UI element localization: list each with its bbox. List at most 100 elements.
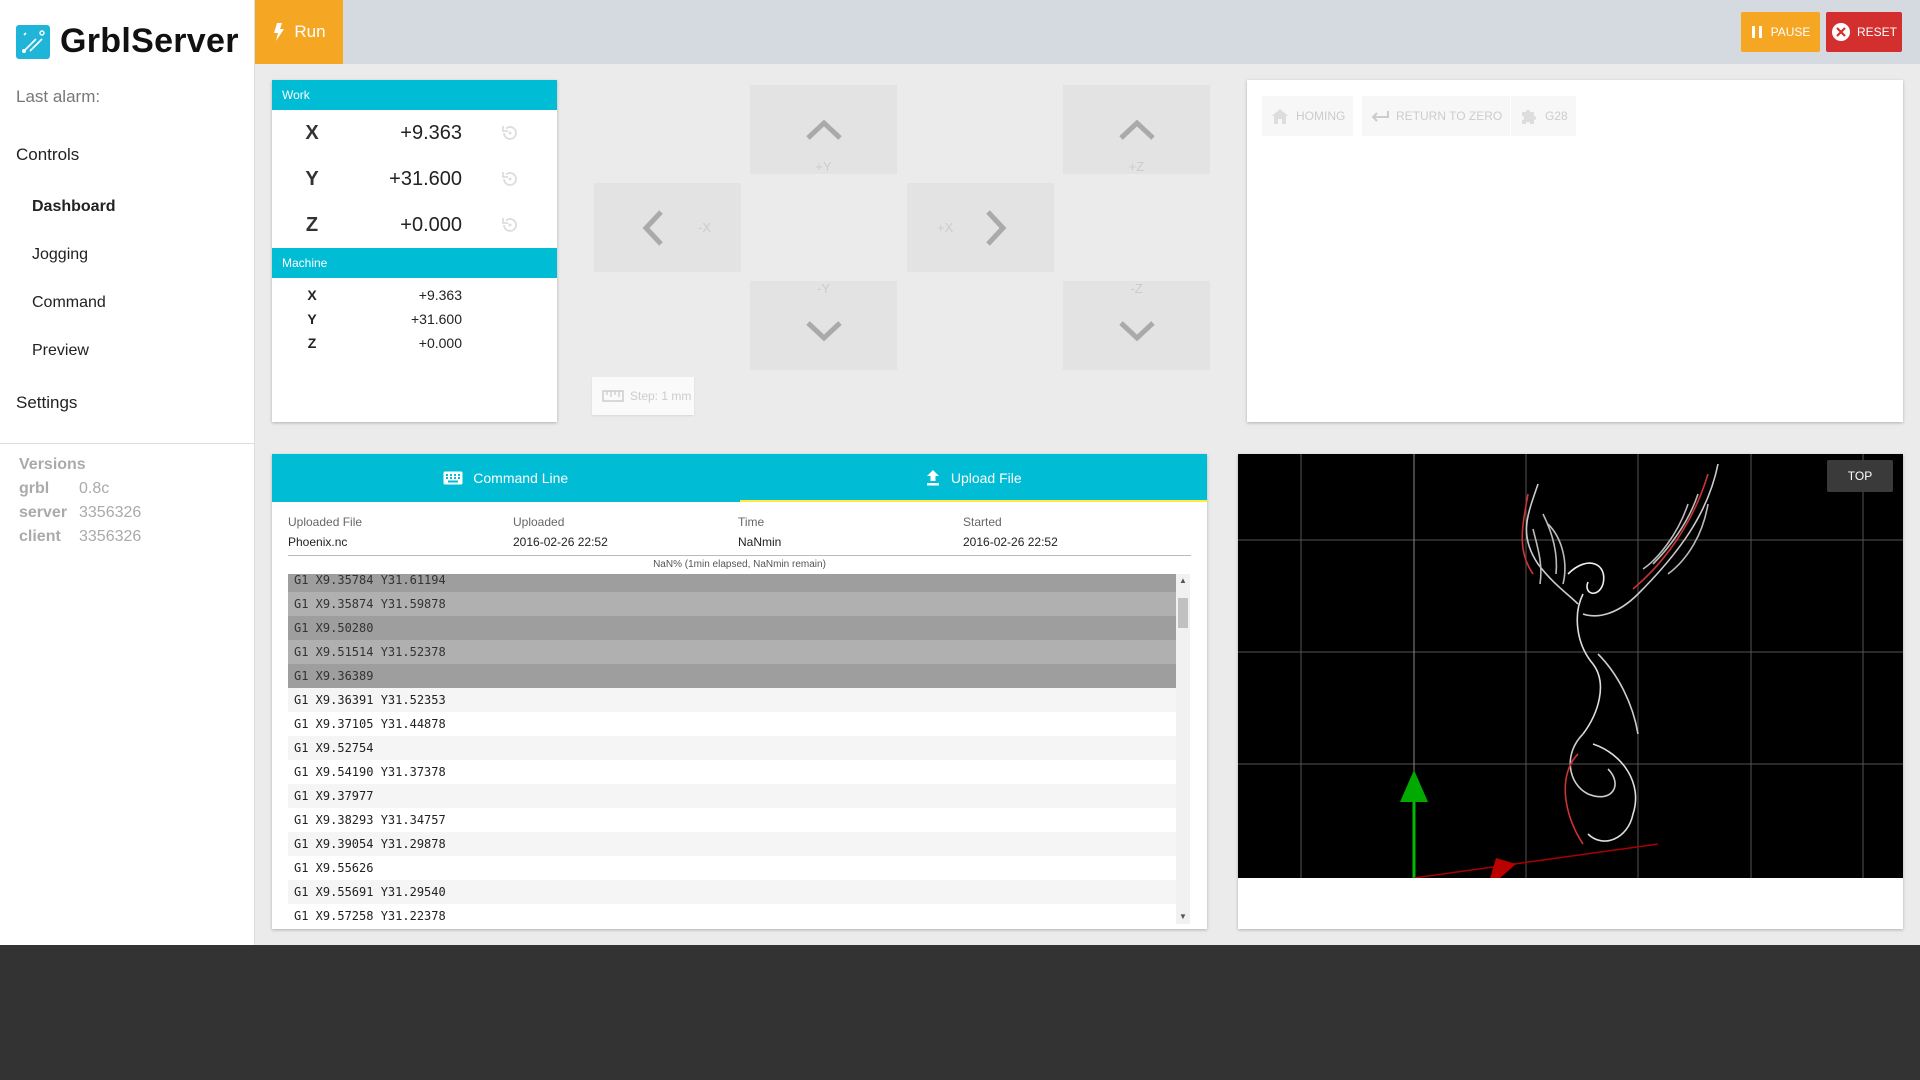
- meta-column-time: Time NaNmin: [738, 515, 963, 553]
- gcode-line: G1 X9.51514 Y31.52378: [288, 640, 1176, 664]
- phoenix-toolpath: [1521, 463, 1719, 845]
- machine-actions-card: HOMING RETURN TO ZERO G28: [1247, 80, 1903, 422]
- scroll-down-icon[interactable]: ▼: [1176, 910, 1190, 924]
- version-row: client 3356326: [19, 528, 254, 552]
- nav-section-settings[interactable]: Settings: [0, 375, 254, 431]
- version-row: server 3356326: [19, 504, 254, 528]
- gcode-line: G1 X9.36389: [288, 664, 1176, 688]
- step-size-label: Step: 1 mm: [630, 389, 692, 403]
- chevron-up-icon: [805, 119, 842, 140]
- cancel-icon: [1831, 23, 1850, 41]
- file-meta: Uploaded File Phoenix.nc Uploaded 2016-0…: [272, 502, 1207, 553]
- machine-row-y: Y +31.600: [272, 307, 557, 331]
- toolpath-viewer-card: TOP: [1238, 454, 1903, 929]
- chevron-right-icon: [985, 209, 1006, 246]
- g28-button[interactable]: G28: [1511, 96, 1576, 136]
- jog-minus-x-button[interactable]: -X: [594, 183, 741, 272]
- machine-axis-label: X: [307, 287, 317, 303]
- ruler-icon: [602, 390, 624, 402]
- gcode-line: G1 X9.37977: [288, 784, 1176, 808]
- version-value: 0.8c: [79, 480, 110, 497]
- reset-button[interactable]: RESET: [1826, 12, 1902, 52]
- return-to-zero-button[interactable]: RETURN TO ZERO: [1362, 96, 1511, 136]
- gcode-line: G1 X9.55691 Y31.29540: [288, 880, 1176, 904]
- tab-command-line[interactable]: Command Line: [272, 454, 740, 502]
- jog-label: +Z: [1128, 159, 1145, 174]
- home-icon: [1272, 109, 1288, 124]
- tab-label: Upload File: [950, 470, 1022, 486]
- axis-gizmo: [1400, 770, 1659, 878]
- jog-minus-z-button[interactable]: -Z: [1063, 281, 1210, 370]
- gcode-line: G1 X9.36391 Y31.52353: [288, 688, 1176, 712]
- scroll-up-icon[interactable]: ▲: [1176, 574, 1190, 588]
- version-row: grbl 0.8c: [19, 480, 254, 504]
- gcode-line: G1 X9.50280: [288, 616, 1176, 640]
- top-toolbar: Run PAUSE RESET: [255, 0, 1920, 64]
- machine-axis-label: Y: [307, 311, 317, 327]
- machine-axis-label: Z: [307, 335, 317, 351]
- jog-plus-x-button[interactable]: +X: [907, 183, 1054, 272]
- upload-icon: [926, 470, 939, 486]
- run-button[interactable]: Run: [255, 0, 343, 64]
- gcode-line: G1 X9.52754: [288, 736, 1176, 760]
- scroll-thumb[interactable]: [1178, 598, 1188, 628]
- machine-header: Machine: [272, 248, 557, 278]
- gcode-scrollbar[interactable]: ▲ ▼: [1176, 574, 1190, 924]
- sidebar-item-dashboard[interactable]: Dashboard: [0, 183, 254, 231]
- versions-title: Versions: [19, 456, 86, 473]
- version-key: grbl: [19, 480, 50, 497]
- homing-button[interactable]: HOMING: [1262, 96, 1354, 136]
- reset-label: RESET: [1856, 25, 1897, 39]
- homing-label: HOMING: [1296, 109, 1346, 123]
- toolpath-viewer[interactable]: TOP: [1238, 454, 1903, 878]
- app-title: GrblServer: [60, 22, 239, 60]
- step-size-button[interactable]: Step: 1 mm: [592, 377, 694, 415]
- meta-value: 2016-02-26 22:52: [963, 535, 1058, 549]
- file-panel-tabs: Command Line Upload File: [272, 454, 1207, 502]
- gcode-line: G1 X9.55626: [294, 861, 374, 875]
- jog-minus-y-button[interactable]: -Y: [750, 281, 897, 370]
- reset-axis-icon[interactable]: [462, 123, 557, 143]
- sidebar-item-jogging[interactable]: Jogging: [0, 231, 254, 279]
- gcode-line: G1 X9.38293 Y31.34757: [294, 813, 446, 827]
- gcode-list[interactable]: G1 X9.35784 Y31.61194 G1 X9.35874 Y31.598…: [288, 574, 1190, 924]
- gcode-line: G1 X9.57258 Y31.22378: [294, 909, 446, 923]
- meta-header: Time: [738, 515, 765, 529]
- meta-column-started: Started 2016-02-26 22:52: [963, 515, 1188, 553]
- g28-label: G28: [1545, 109, 1568, 123]
- jog-label: +Y: [815, 159, 832, 174]
- machine-axis-value: +31.600: [411, 311, 462, 327]
- sidebar: GrblServer Last alarm: Controls Dashboar…: [0, 0, 255, 945]
- machine-axis-value: +0.000: [418, 335, 462, 351]
- machine-row-z: Z +0.000: [272, 331, 557, 355]
- meta-value: Phoenix.nc: [288, 535, 348, 549]
- work-row-x: X +9.363: [272, 110, 557, 156]
- pause-icon: [1751, 26, 1762, 38]
- sidebar-item-command[interactable]: Command: [0, 279, 254, 327]
- nav-section-controls[interactable]: Controls: [0, 127, 254, 183]
- main-content: Work X +9.363 Y +31.600 Z +0.000 Machine…: [255, 64, 1920, 945]
- chevron-down-icon: [1118, 320, 1155, 341]
- meta-value: NaNmin: [738, 535, 782, 549]
- app-logo-icon: [16, 24, 50, 59]
- view-top-button[interactable]: TOP: [1827, 460, 1893, 492]
- tab-upload-file[interactable]: Upload File: [739, 454, 1208, 502]
- pause-label: PAUSE: [1770, 25, 1811, 39]
- chevron-left-icon: [642, 209, 663, 246]
- jog-plus-z-button[interactable]: +Z: [1063, 85, 1210, 174]
- meta-value: 2016-02-26 22:52: [513, 535, 608, 549]
- jog-plus-y-button[interactable]: +Y: [750, 85, 897, 174]
- gcode-line: G1 X9.39054 Y31.29878: [288, 832, 1176, 856]
- reset-axis-icon[interactable]: [462, 215, 557, 235]
- work-row-y: Y +31.600: [272, 156, 557, 202]
- jog-label: -X: [698, 220, 711, 235]
- jog-label: -Z: [1130, 281, 1143, 296]
- chevron-up-icon: [1118, 119, 1155, 140]
- return-to-zero-label: RETURN TO ZERO: [1396, 109, 1503, 123]
- reset-axis-icon[interactable]: [462, 169, 557, 189]
- toolpath-canvas: [1238, 454, 1903, 878]
- sidebar-item-preview[interactable]: Preview: [0, 327, 254, 375]
- gcode-line: G1 X9.37105 Y31.44878: [294, 717, 446, 731]
- work-axis-value: +31.600: [389, 167, 462, 190]
- pause-button[interactable]: PAUSE: [1741, 12, 1820, 52]
